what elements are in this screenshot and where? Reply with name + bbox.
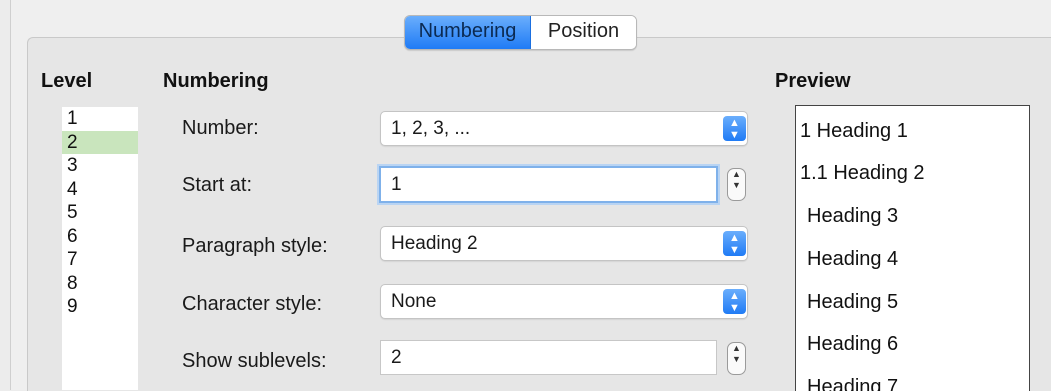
start-at-stepper[interactable]: ▲ ▼ xyxy=(727,168,746,201)
level-list[interactable]: 1 2 3 4 5 6 7 8 9 xyxy=(62,107,138,390)
show-sublevels-input[interactable]: 2 xyxy=(380,340,717,375)
number-select[interactable]: 1, 2, 3, ... ▲ ▼ xyxy=(380,111,748,146)
start-at-input[interactable]: 1 xyxy=(379,166,718,203)
preview-line-2: 1.1 Heading 2 xyxy=(800,162,925,184)
preview-line-5: Heading 5 xyxy=(807,291,899,313)
level-item-4[interactable]: 4 xyxy=(62,178,138,202)
level-item-8[interactable]: 8 xyxy=(62,272,138,296)
level-item-1[interactable]: 1 xyxy=(62,107,138,131)
level-item-5[interactable]: 5 xyxy=(62,201,138,225)
chevron-updown-icon: ▲ ▼ xyxy=(723,116,746,141)
tab-bar: Numbering Position xyxy=(404,15,637,50)
numbering-heading: Numbering xyxy=(163,70,269,92)
character-style-value: None xyxy=(391,291,437,312)
chevron-updown-icon: ▲ ▼ xyxy=(723,289,746,314)
start-at-label: Start at: xyxy=(182,174,253,196)
level-heading: Level xyxy=(41,70,93,92)
paragraph-style-value: Heading 2 xyxy=(391,233,478,254)
character-style-label: Character style: xyxy=(182,293,323,315)
level-item-7[interactable]: 7 xyxy=(62,248,138,272)
show-sublevels-value: 2 xyxy=(391,347,402,368)
level-item-9[interactable]: 9 xyxy=(62,295,138,319)
number-label: Number: xyxy=(182,117,259,139)
tab-numbering[interactable]: Numbering xyxy=(405,16,531,49)
preview-line-1: 1 Heading 1 xyxy=(800,120,908,142)
level-item-6[interactable]: 6 xyxy=(62,225,138,249)
preview-line-7: Heading 7 xyxy=(807,376,899,391)
start-at-value: 1 xyxy=(391,174,402,195)
tab-position[interactable]: Position xyxy=(531,16,636,49)
preview-line-6: Heading 6 xyxy=(807,333,899,355)
level-item-2[interactable]: 2 xyxy=(62,130,138,154)
show-sublevels-stepper[interactable]: ▲ ▼ xyxy=(727,342,746,375)
character-style-select[interactable]: None ▲ ▼ xyxy=(380,284,748,319)
level-item-3[interactable]: 3 xyxy=(62,154,138,178)
paragraph-style-label: Paragraph style: xyxy=(182,235,328,257)
chevron-updown-icon: ▲ ▼ xyxy=(723,231,746,256)
preview-pane: 1 Heading 1 1.1 Heading 2 Heading 3 Head… xyxy=(795,105,1030,391)
preview-line-3: Heading 3 xyxy=(807,205,899,227)
show-sublevels-label: Show sublevels: xyxy=(182,350,327,372)
number-value: 1, 2, 3, ... xyxy=(391,118,471,139)
preview-heading: Preview xyxy=(775,70,851,92)
preview-line-4: Heading 4 xyxy=(807,248,899,270)
paragraph-style-select[interactable]: Heading 2 ▲ ▼ xyxy=(380,226,748,261)
